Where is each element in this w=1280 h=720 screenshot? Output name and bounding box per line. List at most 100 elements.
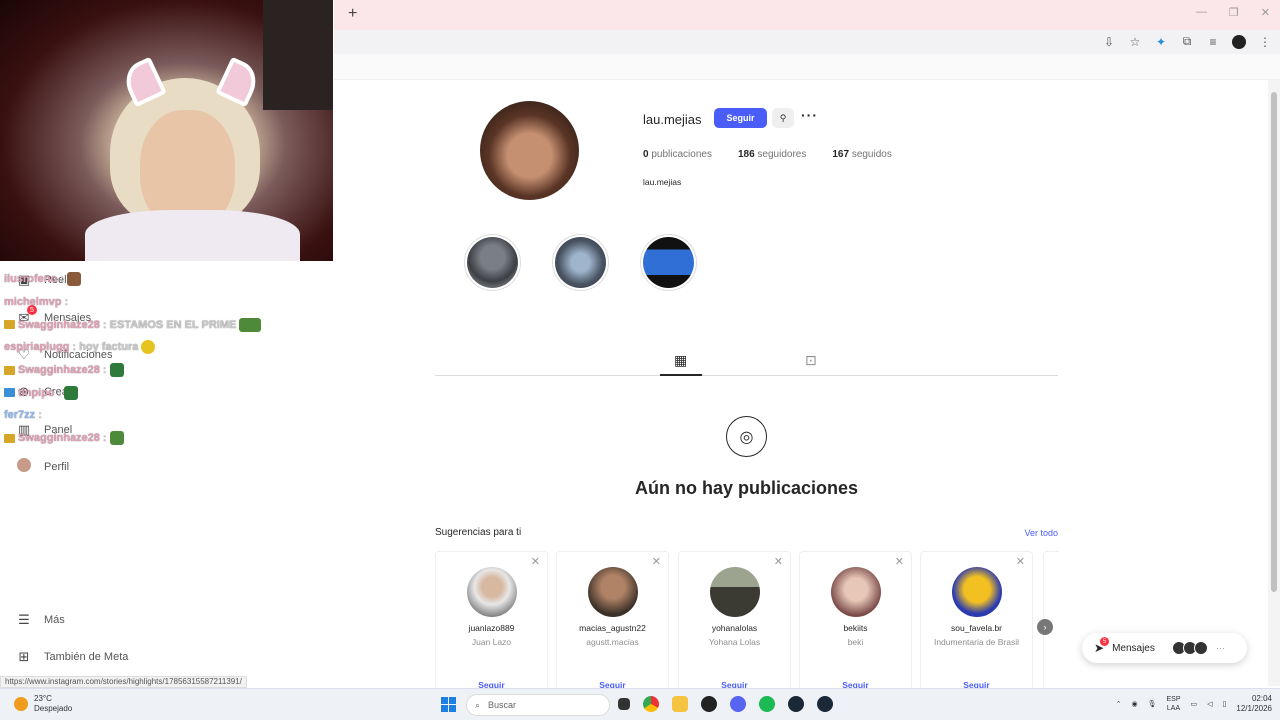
bookmark-star-icon[interactable]: ☆ <box>1128 35 1142 49</box>
profile-avatar[interactable] <box>480 101 579 200</box>
dismiss-icon[interactable]: ✕ <box>531 555 540 568</box>
chat-line: Swagginhaze28 : <box>4 359 324 382</box>
see-all-link[interactable]: Ver todo <box>1024 528 1058 538</box>
maximize-button[interactable]: ❐ <box>1229 6 1239 19</box>
messenger-icon: ➤ 5 <box>1094 637 1109 655</box>
taskbar-clock[interactable]: 02:04 12/1/2026 <box>1236 694 1272 714</box>
posts-grid-icon[interactable]: ▦ <box>674 352 687 369</box>
suggestion-card[interactable]: ✕ bekiits beki Seguir <box>799 551 912 691</box>
suggestion-card[interactable]: ✕ sou_favela.br Indumentaria de Brasil S… <box>920 551 1033 691</box>
story-highlight[interactable] <box>552 234 609 291</box>
following-stat[interactable]: 167 seguidos <box>832 149 892 160</box>
sidebar-item-label: Perfil <box>44 460 70 473</box>
chat-line: tinpipo : <box>4 381 324 404</box>
extension-translate-icon[interactable]: ✦ <box>1154 35 1168 49</box>
suggestion-avatar[interactable] <box>709 567 760 617</box>
language-indicator[interactable]: ESP LAA <box>1167 695 1181 713</box>
emote-icon <box>141 340 156 355</box>
close-window-button[interactable]: ✕ <box>1261 6 1270 19</box>
emote-icon <box>64 385 79 400</box>
task-view-icon[interactable] <box>618 698 630 710</box>
minimize-button[interactable]: — <box>1196 6 1207 19</box>
browser-menu-icon[interactable]: ⋮ <box>1258 35 1272 49</box>
steam-icon-2[interactable] <box>817 696 833 712</box>
app-icon[interactable] <box>701 696 717 712</box>
suggestion-username[interactable]: macias_agustn22 <box>557 623 668 633</box>
profile-display-name: lau.mejias <box>643 177 682 187</box>
profile-stats: 0 publicaciones 186 seguidores 167 segui… <box>643 149 892 160</box>
network-icon[interactable]: ▭ <box>1191 700 1198 708</box>
sidebar-item-label: Más <box>44 614 65 626</box>
new-tab-button[interactable]: + <box>348 5 357 23</box>
spotify-icon[interactable] <box>759 696 775 712</box>
weather-condition: Despejado <box>34 704 73 713</box>
similar-accounts-button[interactable]: ⚲ <box>772 108 794 128</box>
sidebar-item-also-from-meta[interactable]: ⊞ También de Meta <box>16 649 129 665</box>
sidebar-item-profile[interactable]: Perfil <box>16 458 69 475</box>
messages-pill[interactable]: ➤ 5 Mensajes ··· <box>1082 633 1247 663</box>
tagged-icon[interactable]: ⊡ <box>805 352 817 369</box>
extensions-puzzle-icon[interactable]: ⧉ <box>1180 34 1194 49</box>
discord-icon[interactable] <box>730 696 746 712</box>
file-explorer-icon[interactable] <box>672 696 688 712</box>
emote-icon <box>66 272 81 287</box>
followers-stat[interactable]: 186 seguidores <box>738 149 806 160</box>
dismiss-icon[interactable]: ✕ <box>1016 555 1025 568</box>
weather-widget[interactable]: 23°C Despejado <box>14 694 72 714</box>
scrollbar-thumb[interactable] <box>1271 92 1277 592</box>
subscriber-badge-icon <box>4 388 15 398</box>
dismiss-icon[interactable]: ✕ <box>652 555 661 568</box>
chat-line: Swagginhaze28 : <box>4 427 324 450</box>
chevron-right-icon[interactable]: › <box>1037 619 1053 635</box>
emote-icon <box>109 363 124 378</box>
suggestion-card[interactable]: ✕ yohanalolas Yohana Lolas Seguir <box>678 551 791 691</box>
suggestion-card[interactable]: ✕ macias_agustn22 agustt.macias Seguir <box>556 551 669 691</box>
microphone-icon[interactable]: 🎙 <box>1148 700 1157 708</box>
suggestion-username[interactable]: sou_favela.br <box>921 623 1032 633</box>
stream-chat-overlay: ilusrofeno : michelmvp : Swagginhaze28 :… <box>4 268 324 450</box>
browser-profile-icon[interactable] <box>1232 34 1246 49</box>
suggestion-name: Juan Lazo <box>471 637 512 647</box>
story-highlight[interactable] <box>464 234 521 291</box>
suggestion-avatar[interactable] <box>830 567 881 617</box>
suggestion-avatar[interactable] <box>951 567 1002 617</box>
taskbar-search[interactable]: ⌕ Buscar <box>466 694 610 716</box>
dismiss-icon[interactable]: ✕ <box>895 555 904 568</box>
suggestion-username[interactable]: juanlazo889 <box>436 623 547 633</box>
chat-username: Swagginhaze28 <box>18 318 100 331</box>
steam-icon[interactable] <box>788 696 804 712</box>
chat-username: espiriaplugg <box>4 341 70 354</box>
page-scrollbar[interactable] <box>1268 80 1280 686</box>
chat-username: ilusrofeno <box>4 273 58 286</box>
suggestion-avatar[interactable] <box>587 567 638 617</box>
windows-start-icon[interactable] <box>441 697 456 712</box>
suggestion-username[interactable]: bekiits <box>800 623 911 633</box>
more-dots-icon: ··· <box>1215 643 1225 653</box>
sidebar-item-more[interactable]: ☰ Más <box>16 612 65 628</box>
chat-line: michelmvp : <box>4 291 324 314</box>
webcam-overlay <box>0 0 333 261</box>
profile-avatar-icon <box>16 458 32 475</box>
chat-username: Swagginhaze28 <box>18 432 100 445</box>
suggestion-username[interactable]: yohanalolas <box>679 623 790 633</box>
dismiss-icon[interactable]: ✕ <box>774 555 783 568</box>
suggestion-name: beki <box>847 637 864 647</box>
install-app-icon[interactable]: ⇩ <box>1102 35 1116 49</box>
chat-message: : <box>60 273 64 286</box>
media-queue-icon[interactable]: ≡ <box>1206 35 1220 49</box>
suggestion-name: Yohana Lolas <box>708 637 761 647</box>
suggestion-name: agustt.macias <box>586 637 639 647</box>
volume-icon[interactable]: ◁ <box>1207 700 1212 708</box>
suggestion-card[interactable]: ✕ juanlazo889 Juan Lazo Seguir <box>435 551 548 691</box>
follow-button[interactable]: Seguir <box>714 108 767 128</box>
chrome-icon[interactable] <box>643 696 659 712</box>
subscriber-badge-icon <box>4 365 15 375</box>
battery-icon[interactable]: ▯ <box>1223 700 1227 708</box>
add-person-icon: ⚲ <box>779 112 787 123</box>
story-highlight[interactable] <box>640 234 697 291</box>
app-tray-icon[interactable]: ◉ <box>1132 700 1138 708</box>
pepe-emote-icon <box>109 431 124 446</box>
more-options-button[interactable]: ··· <box>801 107 818 123</box>
chevron-up-icon[interactable]: ⌃ <box>1116 700 1122 708</box>
suggestion-avatar[interactable] <box>466 567 517 617</box>
